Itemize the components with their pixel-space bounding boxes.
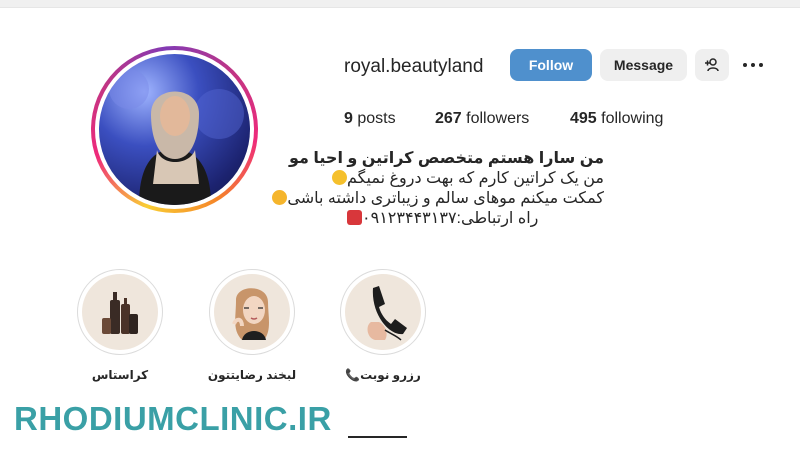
- highlight-2[interactable]: [340, 269, 426, 355]
- phone-hand-icon: [367, 286, 407, 341]
- active-tab-indicator: [348, 436, 407, 438]
- bio-line-1: من یک کراتین کارم که بهت دروغ نمیگم: [332, 168, 604, 188]
- message-button[interactable]: Message: [600, 49, 687, 81]
- highlight-2-label: رزرو نوبت📞: [345, 368, 421, 382]
- more-options-icon[interactable]: [740, 56, 766, 74]
- followers-stat[interactable]: 267 followers: [435, 110, 529, 128]
- highlight-0[interactable]: [77, 269, 163, 355]
- telephone-emoji-icon: [347, 210, 362, 225]
- bio-line-2: کمکت میکنم موهای سالم و زیباتری داشته با…: [272, 188, 604, 208]
- highlight-1[interactable]: [209, 269, 295, 355]
- bio-line-3: راه ارتباطی:۰۹۱۲۳۴۴۳۱۳۷: [344, 208, 604, 228]
- woman-portrait-icon: [232, 288, 269, 340]
- hair-products-icon: [102, 292, 138, 334]
- posts-stat: 9 posts: [344, 110, 396, 127]
- bio-title: من سارا هستم متخصص کراتین و احیا مو: [289, 150, 604, 167]
- add-user-icon: [705, 58, 719, 72]
- browser-top-edge: [0, 0, 800, 8]
- follow-button[interactable]: Follow: [510, 49, 592, 81]
- profile-bio: من سارا هستم متخصص کراتین و احیا مو من ی…: [272, 148, 604, 228]
- heart-eyes-emoji-icon: [272, 190, 288, 205]
- highlight-0-label: کراستاس: [91, 368, 149, 382]
- sunglasses-emoji-icon: [332, 170, 347, 185]
- avatar-photo: [99, 54, 250, 205]
- profile-username: royal.beautyland: [344, 56, 484, 77]
- profile-avatar[interactable]: [91, 46, 258, 213]
- suggest-user-button[interactable]: [695, 49, 729, 81]
- site-watermark: RHODIUMCLINIC.IR: [14, 400, 332, 437]
- highlight-1-label: لبخند رضایتتون: [207, 368, 297, 382]
- following-stat[interactable]: 495 following: [570, 110, 663, 128]
